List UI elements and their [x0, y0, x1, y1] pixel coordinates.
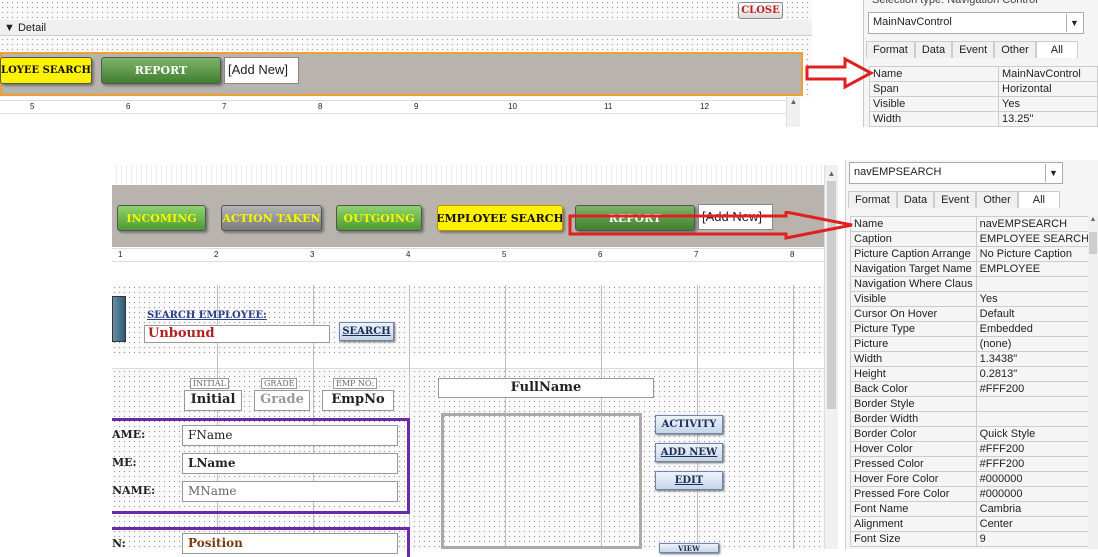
initial-caption: INITIAL [190, 378, 229, 389]
chevron-down-icon[interactable]: ▼ [1066, 14, 1082, 32]
nav-button-employee-search[interactable]: LOYEE SEARCH [0, 57, 92, 84]
annotation-arrow-top [805, 56, 875, 90]
add-new-tab[interactable]: [Add New] [224, 57, 299, 84]
scroll-up-icon[interactable]: ▲ [787, 97, 800, 106]
empno-caption: EMP NO: [333, 378, 378, 389]
section-arrow-icon: ▼ [4, 22, 15, 34]
prop-row[interactable]: Caption EMPLOYEE SEARCH [850, 231, 1094, 247]
prop-row[interactable]: Border Width [850, 411, 1094, 427]
fullname-field[interactable]: FullName [438, 378, 654, 398]
tab-other[interactable]: Other [976, 191, 1018, 208]
selection-type-label: Selection type: Navigation Control [872, 0, 1038, 6]
prop-row[interactable]: Font Size 9 [850, 531, 1094, 547]
lname-label: ME: [112, 456, 137, 469]
empno-field[interactable]: EmpNo [322, 390, 394, 411]
property-sheet-scrollbar[interactable]: ▲ [1088, 216, 1098, 549]
prop-row[interactable]: Navigation Where Claus [850, 276, 1094, 292]
grade-field[interactable]: Grade [254, 390, 310, 411]
prop-row[interactable]: Pressed Fore Color #000000 [850, 486, 1094, 502]
prop-row[interactable]: Width 1.3438" [850, 351, 1094, 367]
scroll-up-icon[interactable]: ▲ [1088, 216, 1098, 223]
top-ruler: 5 6 7 8 9 10 11 12 [0, 100, 786, 114]
top-vertical-scrollbar[interactable]: ▲ [786, 97, 800, 127]
top-design-grid [0, 0, 812, 20]
top-object-combo-value: MainNavControl [873, 16, 952, 28]
activity-button[interactable]: ACTIVITY [655, 415, 723, 434]
photo-frame [441, 413, 642, 549]
top-prop-tabs: Format Data Event Other All [866, 41, 1078, 58]
prop-row[interactable]: Name MainNavControl [869, 66, 1098, 82]
nav-button-action-taken[interactable]: ACTION TAKEN [221, 205, 322, 231]
mname-field[interactable]: MName [182, 481, 398, 502]
employee-photo-icon [112, 296, 126, 342]
prop-row[interactable]: Visible Yes [850, 291, 1094, 307]
tab-event[interactable]: Event [934, 191, 977, 208]
prop-row[interactable]: Span Horizontal [869, 81, 1098, 97]
bottom-property-table: Name navEMPSEARCH Caption EMPLOYEE SEARCH … [850, 216, 1094, 547]
detail-section-bar[interactable]: ▼ Detail [0, 20, 812, 36]
prop-row[interactable]: Visible Yes [869, 96, 1098, 112]
scroll-thumb[interactable] [1089, 232, 1097, 254]
prop-row[interactable]: Width 13.25" [869, 111, 1098, 127]
top-property-table: Name MainNavControl Span Horizontal Visibl… [869, 66, 1098, 127]
prop-row[interactable]: Height 0.2813" [850, 366, 1094, 382]
prop-row[interactable]: Cursor On Hover Default [850, 306, 1094, 322]
prop-row[interactable]: Back Color #FFF200 [850, 381, 1094, 397]
position-label: N: [112, 537, 126, 550]
form-separator [112, 353, 824, 369]
mname-label: NAME: [112, 484, 156, 497]
view-button[interactable]: VIEW [659, 543, 719, 553]
prop-row[interactable]: Navigation Target Name EMPLOYEE [850, 261, 1094, 277]
lname-field[interactable]: LName [182, 453, 398, 474]
bottom-object-combo-value: navEMPSEARCH [854, 166, 942, 178]
form-header-band [112, 165, 824, 185]
add-new-button[interactable]: ADD NEW [655, 443, 723, 462]
top-divider [0, 116, 786, 127]
chevron-down-icon[interactable]: ▼ [1045, 164, 1061, 182]
tab-event[interactable]: Event [952, 41, 995, 58]
prop-row[interactable]: Border Color Quick Style [850, 426, 1094, 442]
prop-row[interactable]: Picture Type Embedded [850, 321, 1094, 337]
form-ruler: 1 2 3 4 5 6 7 8 [112, 248, 824, 262]
search-button[interactable]: SEARCH [339, 322, 394, 341]
prop-row[interactable]: Picture (none) [850, 336, 1094, 352]
prop-row[interactable]: Alignment Center [850, 516, 1094, 532]
nav-button-incoming[interactable]: INCOMING [117, 205, 206, 231]
tab-format[interactable]: Format [848, 191, 897, 208]
edit-button[interactable]: EDIT [655, 471, 723, 490]
nav-button-employee-search[interactable]: EMPLOYEE SEARCH [437, 205, 563, 231]
prop-row[interactable]: Border Style [850, 396, 1094, 412]
bottom-prop-tabs: Format Data Event Other All [848, 191, 1060, 208]
prop-row[interactable]: Font Name Cambria [850, 501, 1094, 517]
top-object-combo[interactable]: MainNavControl ▼ [868, 12, 1084, 34]
position-field[interactable]: Position [182, 533, 398, 554]
tab-data[interactable]: Data [914, 41, 953, 58]
grade-caption: GRADE [261, 378, 298, 389]
initial-field[interactable]: Initial [184, 390, 242, 411]
detail-section-label: Detail [17, 22, 47, 34]
grid-line [793, 285, 794, 549]
bottom-object-combo[interactable]: navEMPSEARCH ▼ [849, 162, 1063, 184]
search-employee-label: SEARCH EMPLOYEE: [147, 310, 267, 321]
annotation-arrow-bottom [568, 211, 853, 240]
tab-other[interactable]: Other [994, 41, 1036, 58]
nav-button-outgoing[interactable]: OUTGOING [336, 205, 422, 231]
tab-all[interactable]: All [1035, 41, 1078, 58]
scroll-up-icon[interactable]: ▲ [825, 169, 838, 178]
prop-row[interactable]: Pressed Color #FFF200 [850, 456, 1094, 472]
prop-row[interactable]: Picture Caption Arrange No Picture Captio… [850, 246, 1094, 262]
tab-data[interactable]: Data [896, 191, 935, 208]
prop-row[interactable]: Name navEMPSEARCH [850, 216, 1094, 232]
fname-label: AME: [112, 428, 146, 441]
close-button[interactable]: CLOSE [738, 2, 783, 19]
prop-row[interactable]: Hover Fore Color #000000 [850, 471, 1094, 487]
fname-field[interactable]: FName [182, 425, 398, 446]
nav-button-report[interactable]: REPORT [101, 57, 221, 84]
search-input[interactable]: Unbound [144, 325, 330, 343]
tab-all[interactable]: All [1017, 191, 1060, 208]
prop-row[interactable]: Hover Color #FFF200 [850, 441, 1094, 457]
